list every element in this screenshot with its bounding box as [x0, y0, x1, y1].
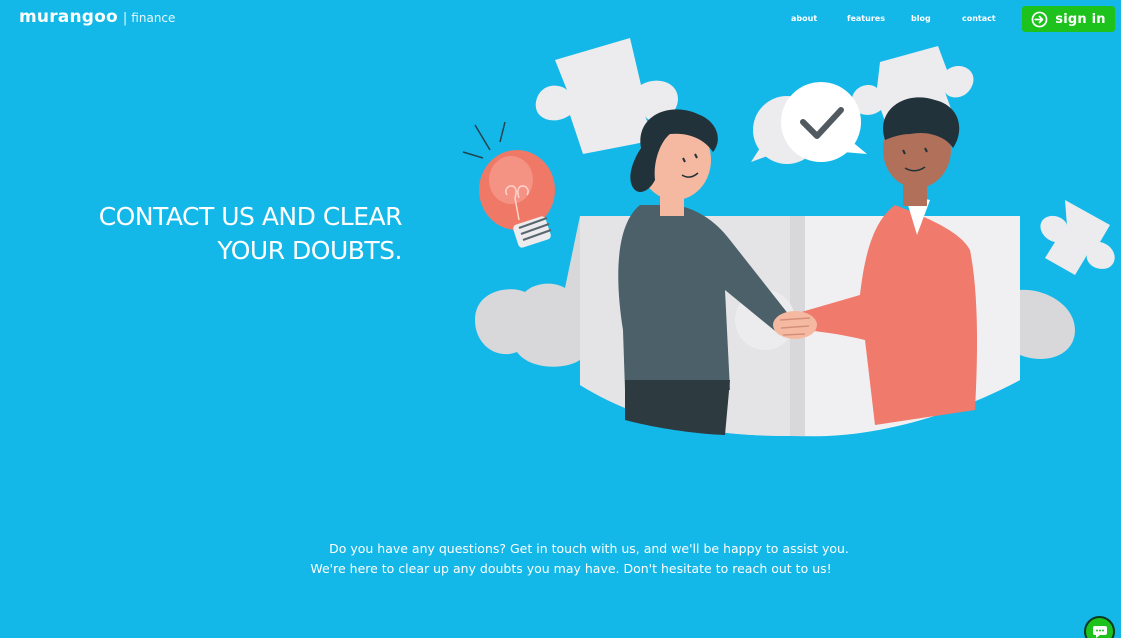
page: murangoo | finance about features blog c…	[0, 0, 1121, 638]
description-line-2: We're here to clear up any doubts you ma…	[310, 561, 832, 576]
description-line-1: Do you have any questions? Get in touch …	[329, 541, 849, 556]
chat-widget-button[interactable]	[1084, 616, 1115, 638]
speech-bubble-icon	[751, 82, 867, 164]
lightbulb-icon	[462, 121, 555, 248]
sign-in-label: sign in	[1055, 11, 1106, 27]
nav-link-features[interactable]: features	[847, 14, 885, 23]
contact-description: Do you have any questions? Get in touch …	[200, 539, 960, 579]
brand-logo[interactable]: murangoo | finance	[19, 7, 175, 27]
hero-title-line-2: YOUR DOUBTS.	[217, 236, 402, 265]
hero-title: CONTACT US AND CLEAR YOUR DOUBTS.	[42, 200, 403, 268]
nav-link-contact[interactable]: contact	[962, 14, 996, 23]
brand-name: murangoo	[19, 7, 118, 27]
nav-link-blog[interactable]: blog	[911, 14, 931, 23]
chat-bubble-icon	[1092, 625, 1107, 638]
handshake-icon	[773, 311, 817, 339]
nav-link-about[interactable]: about	[791, 14, 817, 23]
handshake-illustration	[462, 38, 1115, 437]
login-arrow-icon	[1031, 11, 1048, 27]
sign-in-button[interactable]: sign in	[1022, 6, 1115, 32]
puzzle-piece-icon	[1040, 200, 1115, 275]
brand-subtitle: finance	[131, 11, 176, 25]
brand-separator: |	[122, 11, 128, 26]
hero-title-line-1: CONTACT US AND CLEAR	[98, 202, 403, 231]
